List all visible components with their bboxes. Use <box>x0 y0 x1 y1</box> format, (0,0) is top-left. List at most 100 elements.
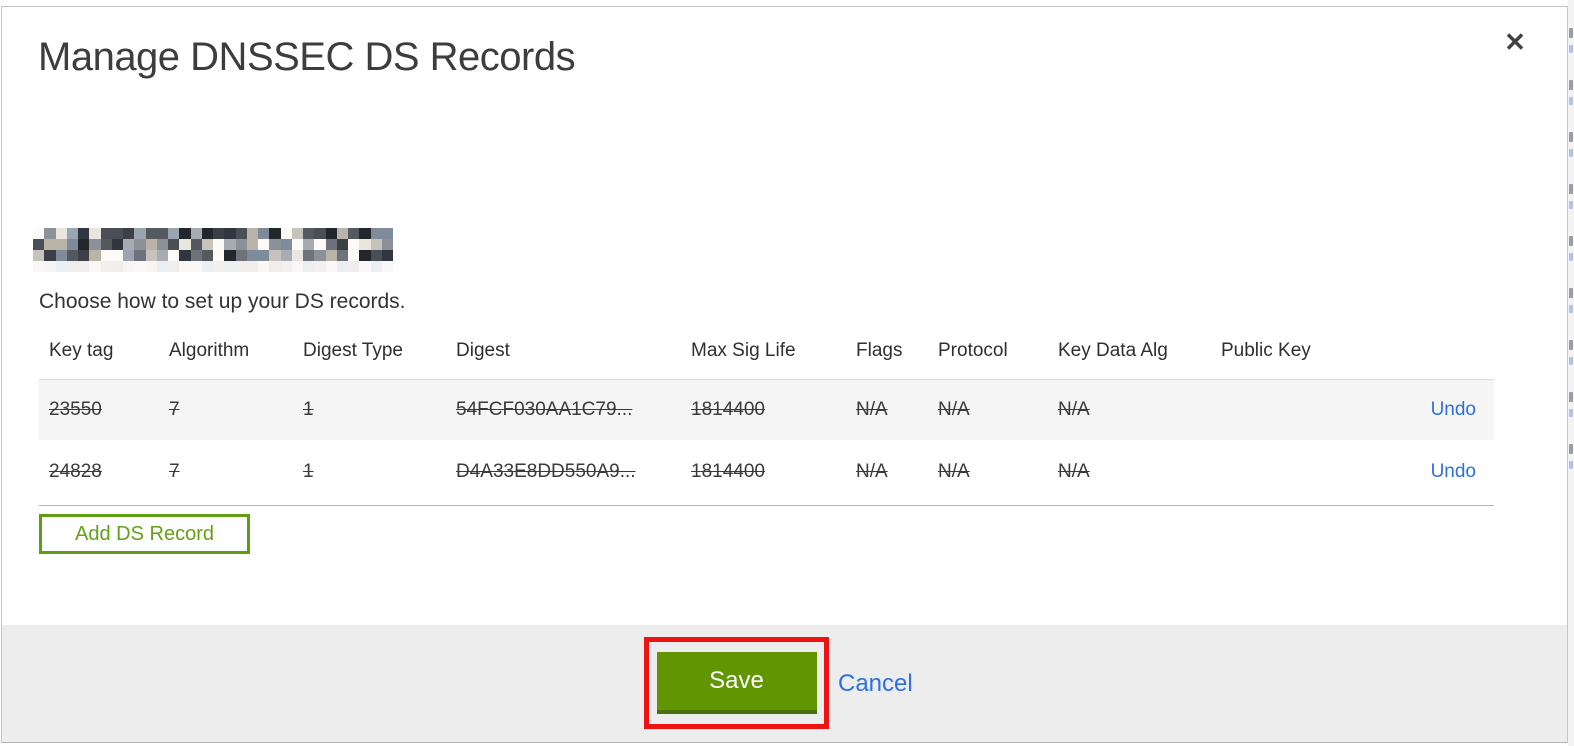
cell-key-data-alg: N/A <box>1048 439 1211 506</box>
redacted-pixel <box>258 228 270 239</box>
backdrop-glyph-fragment <box>1569 201 1573 209</box>
redacted-pixel <box>145 261 157 272</box>
cell-digest-type: 1 <box>293 379 446 440</box>
save-button[interactable]: Save <box>656 652 817 714</box>
redacted-pixel <box>33 250 45 261</box>
backdrop-glyph-fragment <box>1569 97 1573 105</box>
redacted-pixel <box>145 228 157 239</box>
backdrop-glyph-fragment <box>1569 444 1573 454</box>
redacted-pixel <box>325 250 337 261</box>
redacted-pixel <box>55 228 67 239</box>
backdrop-glyph-fragment <box>1569 28 1573 38</box>
redacted-pixel <box>370 250 382 261</box>
backdrop-glyph-fragment <box>1569 149 1573 157</box>
backdrop-glyph-fragment <box>1569 461 1573 469</box>
redacted-pixel <box>89 239 101 250</box>
close-icon[interactable]: ✕ <box>1498 25 1532 59</box>
redacted-pixel <box>123 239 135 250</box>
redacted-pixel <box>179 228 191 239</box>
redacted-pixel <box>55 261 67 272</box>
redacted-pixel <box>336 250 348 261</box>
redacted-pixel <box>44 239 56 250</box>
cell-public-key <box>1211 439 1341 506</box>
backdrop-glyph-fragment <box>1569 80 1573 90</box>
redacted-pixel <box>111 239 123 250</box>
cell-max-sig-life: 1814400 <box>681 439 846 506</box>
redacted-pixel <box>55 239 67 250</box>
backdrop-glyph-fragment <box>1569 45 1573 53</box>
redacted-pixel <box>134 239 146 250</box>
col-header-max-sig-life: Max Sig Life <box>681 327 846 380</box>
annotation-highlight-rectangle: Save <box>644 637 829 729</box>
redacted-pixel <box>370 228 382 239</box>
backdrop-glyph-fragment <box>1569 357 1573 365</box>
redacted-pixel <box>336 228 348 239</box>
redacted-pixel <box>269 250 281 261</box>
redacted-pixel <box>168 228 180 239</box>
redacted-pixel <box>213 239 225 250</box>
redacted-pixel <box>303 239 315 250</box>
redacted-pixel <box>213 261 225 272</box>
redacted-pixel <box>78 239 90 250</box>
redacted-pixel <box>359 250 371 261</box>
redacted-pixel <box>359 261 371 272</box>
redacted-pixel <box>269 261 281 272</box>
redacted-pixel <box>291 228 303 239</box>
col-header-flags: Flags <box>846 327 928 380</box>
redacted-pixel <box>246 250 258 261</box>
cell-key-data-alg: N/A <box>1048 379 1211 440</box>
backdrop-glyph-fragment <box>1569 409 1573 417</box>
redacted-pixel <box>100 239 112 250</box>
undo-link[interactable]: Undo <box>1431 461 1476 483</box>
redacted-pixel <box>134 250 146 261</box>
redacted-pixel <box>280 228 292 239</box>
table-header-row: Key tag Algorithm Digest Type Digest Max… <box>39 327 1494 380</box>
redacted-domain-name <box>33 228 393 272</box>
cell-key-tag: 23550 <box>39 379 159 440</box>
redacted-pixel <box>348 228 360 239</box>
backdrop-glyph-fragment <box>1569 340 1573 350</box>
cell-protocol: N/A <box>928 379 1048 440</box>
redacted-pixel <box>66 261 78 272</box>
redacted-pixel <box>269 228 281 239</box>
redacted-pixel <box>224 261 236 272</box>
redacted-pixel <box>179 239 191 250</box>
redacted-pixel <box>314 261 326 272</box>
redacted-pixel <box>156 228 168 239</box>
redacted-pixel <box>370 261 382 272</box>
redacted-pixel <box>123 228 135 239</box>
col-header-digest-type: Digest Type <box>293 327 446 380</box>
backdrop-glyph-fragment <box>1569 305 1573 313</box>
col-header-key-tag: Key tag <box>39 327 159 380</box>
redacted-pixel <box>100 228 112 239</box>
backdrop-glyph-fragment <box>1569 288 1573 298</box>
cancel-link[interactable]: Cancel <box>838 670 913 698</box>
redacted-pixel <box>213 228 225 239</box>
col-header-public-key: Public Key <box>1211 327 1341 380</box>
redacted-pixel <box>359 228 371 239</box>
redacted-pixel <box>359 239 371 250</box>
col-header-actions <box>1341 327 1494 380</box>
redacted-pixel <box>280 261 292 272</box>
table-row: 24828 7 1 D4A33E8DD550A9... 1814400 N/A … <box>39 439 1494 506</box>
redacted-pixel <box>303 261 315 272</box>
redacted-pixel <box>280 239 292 250</box>
redacted-pixel <box>258 261 270 272</box>
add-ds-record-button[interactable]: Add DS Record <box>39 514 250 554</box>
redacted-pixel <box>190 239 202 250</box>
redacted-pixel <box>168 261 180 272</box>
redacted-pixel <box>190 228 202 239</box>
backdrop-glyph-fragment <box>1569 132 1573 142</box>
backdrop-glyph-fragment <box>1569 253 1573 261</box>
redacted-pixel <box>291 250 303 261</box>
redacted-pixel <box>246 239 258 250</box>
redacted-pixel <box>325 239 337 250</box>
redacted-pixel <box>145 250 157 261</box>
redacted-pixel <box>303 250 315 261</box>
redacted-pixel <box>123 250 135 261</box>
redacted-pixel <box>381 239 393 250</box>
undo-link[interactable]: Undo <box>1431 399 1476 421</box>
redacted-pixel <box>235 239 247 250</box>
cell-key-tag: 24828 <box>39 439 159 506</box>
ds-records-table: Key tag Algorithm Digest Type Digest Max… <box>39 327 1494 506</box>
